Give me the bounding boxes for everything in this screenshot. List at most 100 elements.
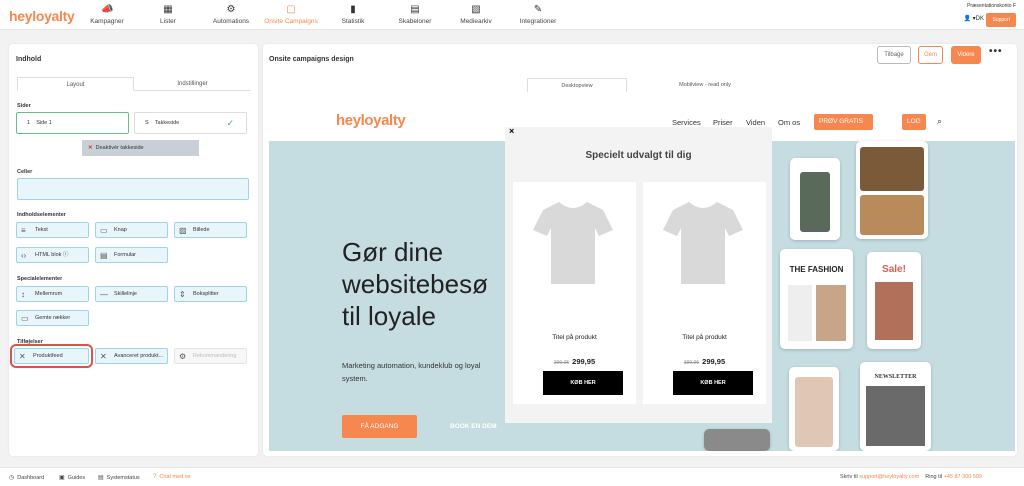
form-icon: ▤ bbox=[100, 251, 108, 260]
check-icon: ✓ bbox=[226, 118, 234, 128]
footer-dashboard[interactable]: ◷ Dashboard bbox=[9, 474, 44, 481]
window-icon: ▢ bbox=[286, 4, 296, 15]
nav-statistik[interactable]: ▮ Statistik bbox=[318, 4, 388, 25]
product-title: Titel på produkt bbox=[682, 334, 727, 341]
user-settings-icon[interactable]: 👤 bbox=[963, 16, 970, 22]
mock-sale-title: Sale! bbox=[882, 264, 906, 275]
search-icon: ⌕ bbox=[937, 116, 943, 126]
design-title: Onsite campaigns design bbox=[269, 56, 354, 63]
preview-link-om-os: Om os bbox=[778, 118, 801, 127]
tab-mobilview[interactable]: Mobilview - read only bbox=[645, 78, 765, 92]
element-mellemrum[interactable]: ↕ Mellemrum bbox=[16, 286, 89, 302]
image-icon: ▨ bbox=[179, 226, 187, 235]
element-billede[interactable]: ▨ Billede bbox=[174, 222, 247, 238]
account-name[interactable]: Præsentationskonto F bbox=[967, 3, 1016, 9]
page-number: 1 bbox=[27, 120, 31, 126]
product-price: 399,95 299,95 bbox=[553, 357, 596, 366]
mock-phone-portrait bbox=[789, 367, 839, 451]
element-formular[interactable]: ▤ Formular bbox=[95, 247, 168, 263]
megaphone-icon: 📣 bbox=[101, 4, 114, 15]
element-boksplitter[interactable]: ⇕ Boksplitter bbox=[174, 286, 247, 302]
product-title: Titel på produkt bbox=[552, 334, 597, 341]
support-email-link[interactable]: support@heyloyalty.com bbox=[859, 474, 919, 480]
view-tabs: Desktopview Mobilview - read only bbox=[527, 78, 768, 92]
text-icon: ≡ bbox=[21, 226, 26, 235]
preview-paragraph: Marketing automation, kundeklub og loyal… bbox=[342, 361, 481, 383]
mock-newsletter-title: NEWSLETTER bbox=[874, 374, 917, 380]
file-icon: ▤ bbox=[410, 4, 420, 15]
chat-icon: ▣ bbox=[59, 475, 65, 481]
element-avanceret-produkt[interactable]: ✕ Avanceret produkt... bbox=[95, 348, 168, 364]
mock-phone-food bbox=[790, 158, 840, 240]
grid-icon: ▦ bbox=[163, 4, 173, 15]
content-panel: Indhold Layout Indstillinger Sider 1 Sid… bbox=[9, 44, 258, 456]
panel-title: Indhold bbox=[16, 56, 42, 63]
element-gemte-raekker[interactable]: ▭ Gemte rækker bbox=[16, 310, 89, 326]
more-options-icon[interactable]: ••• bbox=[989, 46, 1003, 57]
support-phone-link[interactable]: +45 87 300 599 bbox=[944, 474, 982, 480]
deactivate-thanks-page-button[interactable]: ✕ Deaktivér takkeside bbox=[82, 140, 199, 156]
nav-lister[interactable]: ▦ Lister bbox=[133, 4, 203, 25]
language-selector[interactable]: 👤 ▾DK bbox=[963, 15, 984, 22]
tab-desktopview[interactable]: Desktopview bbox=[527, 78, 627, 92]
element-skillelinje[interactable]: — Skillelinje bbox=[95, 286, 168, 302]
preview-try-button: PRØV GRATIS bbox=[814, 114, 873, 130]
product-popup[interactable]: × Specielt udvalgt til dig Titel på prod… bbox=[505, 126, 772, 423]
element-tekst[interactable]: ≡ Tekst bbox=[16, 222, 89, 238]
help-icon: ? bbox=[153, 474, 157, 480]
dashboard-icon: ◷ bbox=[9, 475, 15, 481]
save-button[interactable]: Gem bbox=[918, 46, 943, 64]
element-knap[interactable]: ▭ Knap bbox=[95, 222, 168, 238]
close-icon[interactable]: × bbox=[509, 126, 514, 136]
buy-button[interactable]: KØB HER bbox=[543, 371, 623, 395]
nav-skabeloner[interactable]: ▤ Skabeloner bbox=[380, 4, 450, 25]
popup-title: Specielt udvalgt til dig bbox=[585, 150, 692, 161]
element-produktfeed[interactable]: ✕ Produktfeed bbox=[10, 344, 93, 368]
status-icon: ▤ bbox=[98, 475, 104, 481]
footer-guides[interactable]: ▣ Guides bbox=[59, 474, 85, 481]
cells-label: Celler bbox=[17, 169, 33, 175]
special-elements-label: Specialelementer bbox=[17, 276, 63, 282]
saved-rows-icon: ▭ bbox=[21, 314, 29, 323]
mock-fashion-title: THE FASHION bbox=[789, 265, 844, 274]
close-icon: ✕ bbox=[88, 145, 93, 151]
panel-tabs: Layout Indstillinger bbox=[17, 77, 251, 91]
pages-label: Sider bbox=[17, 103, 31, 109]
top-navigation: heyloyalty 📣 Kampagner ▦ Lister ⚙ Automatio… bbox=[0, 0, 1024, 30]
product-card: Titel på produkt 399,95 299,95 KØB HER bbox=[513, 182, 636, 404]
footer-systemstatus[interactable]: ▤ Systemstatus bbox=[98, 474, 140, 481]
product-feed-icon: ✕ bbox=[100, 352, 107, 361]
page-side-1[interactable]: 1 Side 1 bbox=[16, 112, 129, 134]
product-card: Titel på produkt 399,95 299,95 KØB HER bbox=[643, 182, 766, 404]
nav-kampagner[interactable]: 📣 Kampagner bbox=[72, 4, 142, 25]
mock-recipe-card bbox=[856, 141, 928, 239]
plug-icon: ✎ bbox=[533, 4, 543, 15]
element-html-blok[interactable]: ‹› HTML blok ⓘ bbox=[16, 247, 89, 263]
footer-chat[interactable]: ? Chat med os bbox=[153, 474, 191, 480]
next-button[interactable]: Videre bbox=[951, 46, 981, 64]
nav-onsite-campaigns[interactable]: ▢ Onsite Campaigns bbox=[256, 4, 326, 25]
product-feed-icon: ✕ bbox=[19, 352, 26, 361]
recommendation-icon: ⚙ bbox=[179, 352, 187, 361]
product-price: 399,95 299,95 bbox=[683, 357, 726, 366]
back-button[interactable]: Tilbage bbox=[877, 46, 911, 64]
preview-cta-button: FÅ ADGANG bbox=[342, 415, 417, 438]
tab-indstillinger[interactable]: Indstillinger bbox=[134, 77, 251, 91]
code-icon: ‹› bbox=[21, 251, 27, 260]
nav-mediearkiv[interactable]: ▧ Mediearkiv bbox=[441, 4, 511, 25]
nodes-icon: ⚙ bbox=[226, 4, 236, 15]
preview-link-services: Services bbox=[672, 118, 701, 127]
support-button[interactable]: Support bbox=[986, 13, 1016, 27]
mock-video-card bbox=[704, 429, 770, 451]
tab-layout[interactable]: Layout bbox=[17, 77, 134, 91]
page-takkeside[interactable]: S Takkeside ✓ bbox=[134, 112, 247, 134]
page-letter: S bbox=[145, 120, 149, 126]
help-icon[interactable]: ⓘ bbox=[63, 252, 69, 258]
app-logo[interactable]: heyloyalty bbox=[9, 8, 75, 24]
cells-dropzone[interactable] bbox=[17, 178, 249, 200]
chart-icon: ▮ bbox=[350, 4, 356, 15]
divider-icon: — bbox=[100, 290, 108, 299]
buy-button[interactable]: KØB HER bbox=[673, 371, 753, 395]
tshirt-image bbox=[663, 202, 743, 284]
nav-integrationer[interactable]: ✎ Integrationer bbox=[503, 4, 573, 25]
